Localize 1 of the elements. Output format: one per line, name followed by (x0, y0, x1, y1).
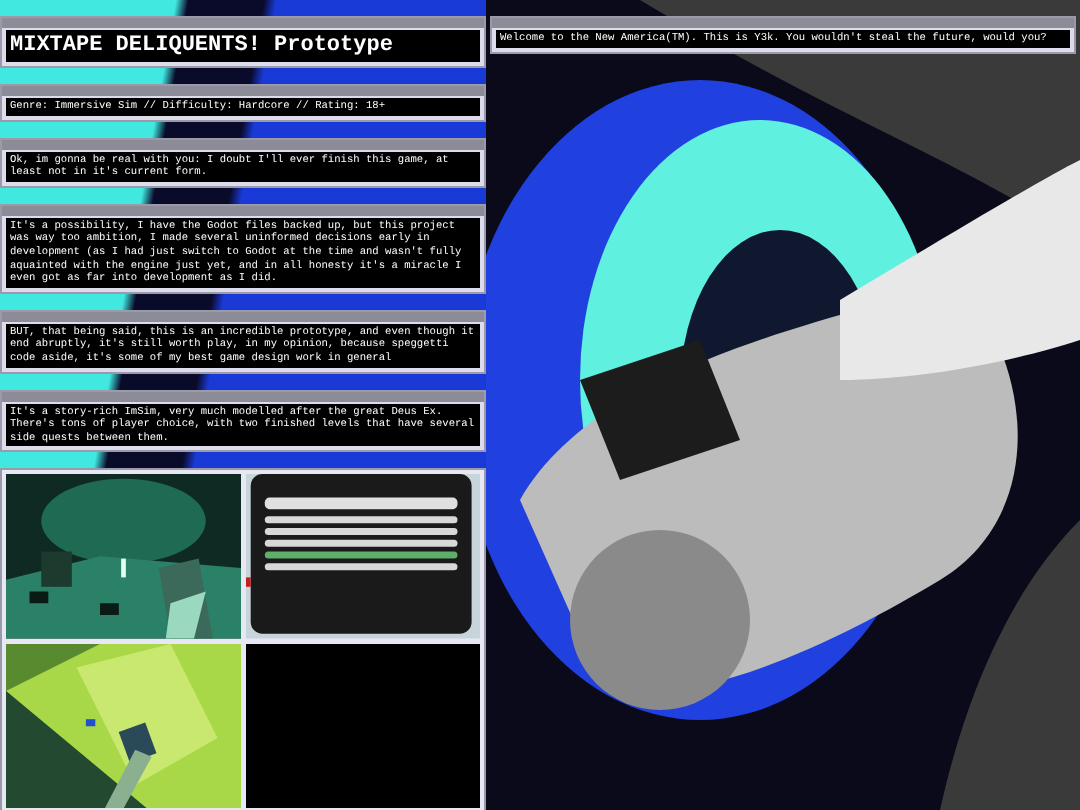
game-title: MIXTAPE DELIQUENTS! Prototype (6, 30, 480, 62)
